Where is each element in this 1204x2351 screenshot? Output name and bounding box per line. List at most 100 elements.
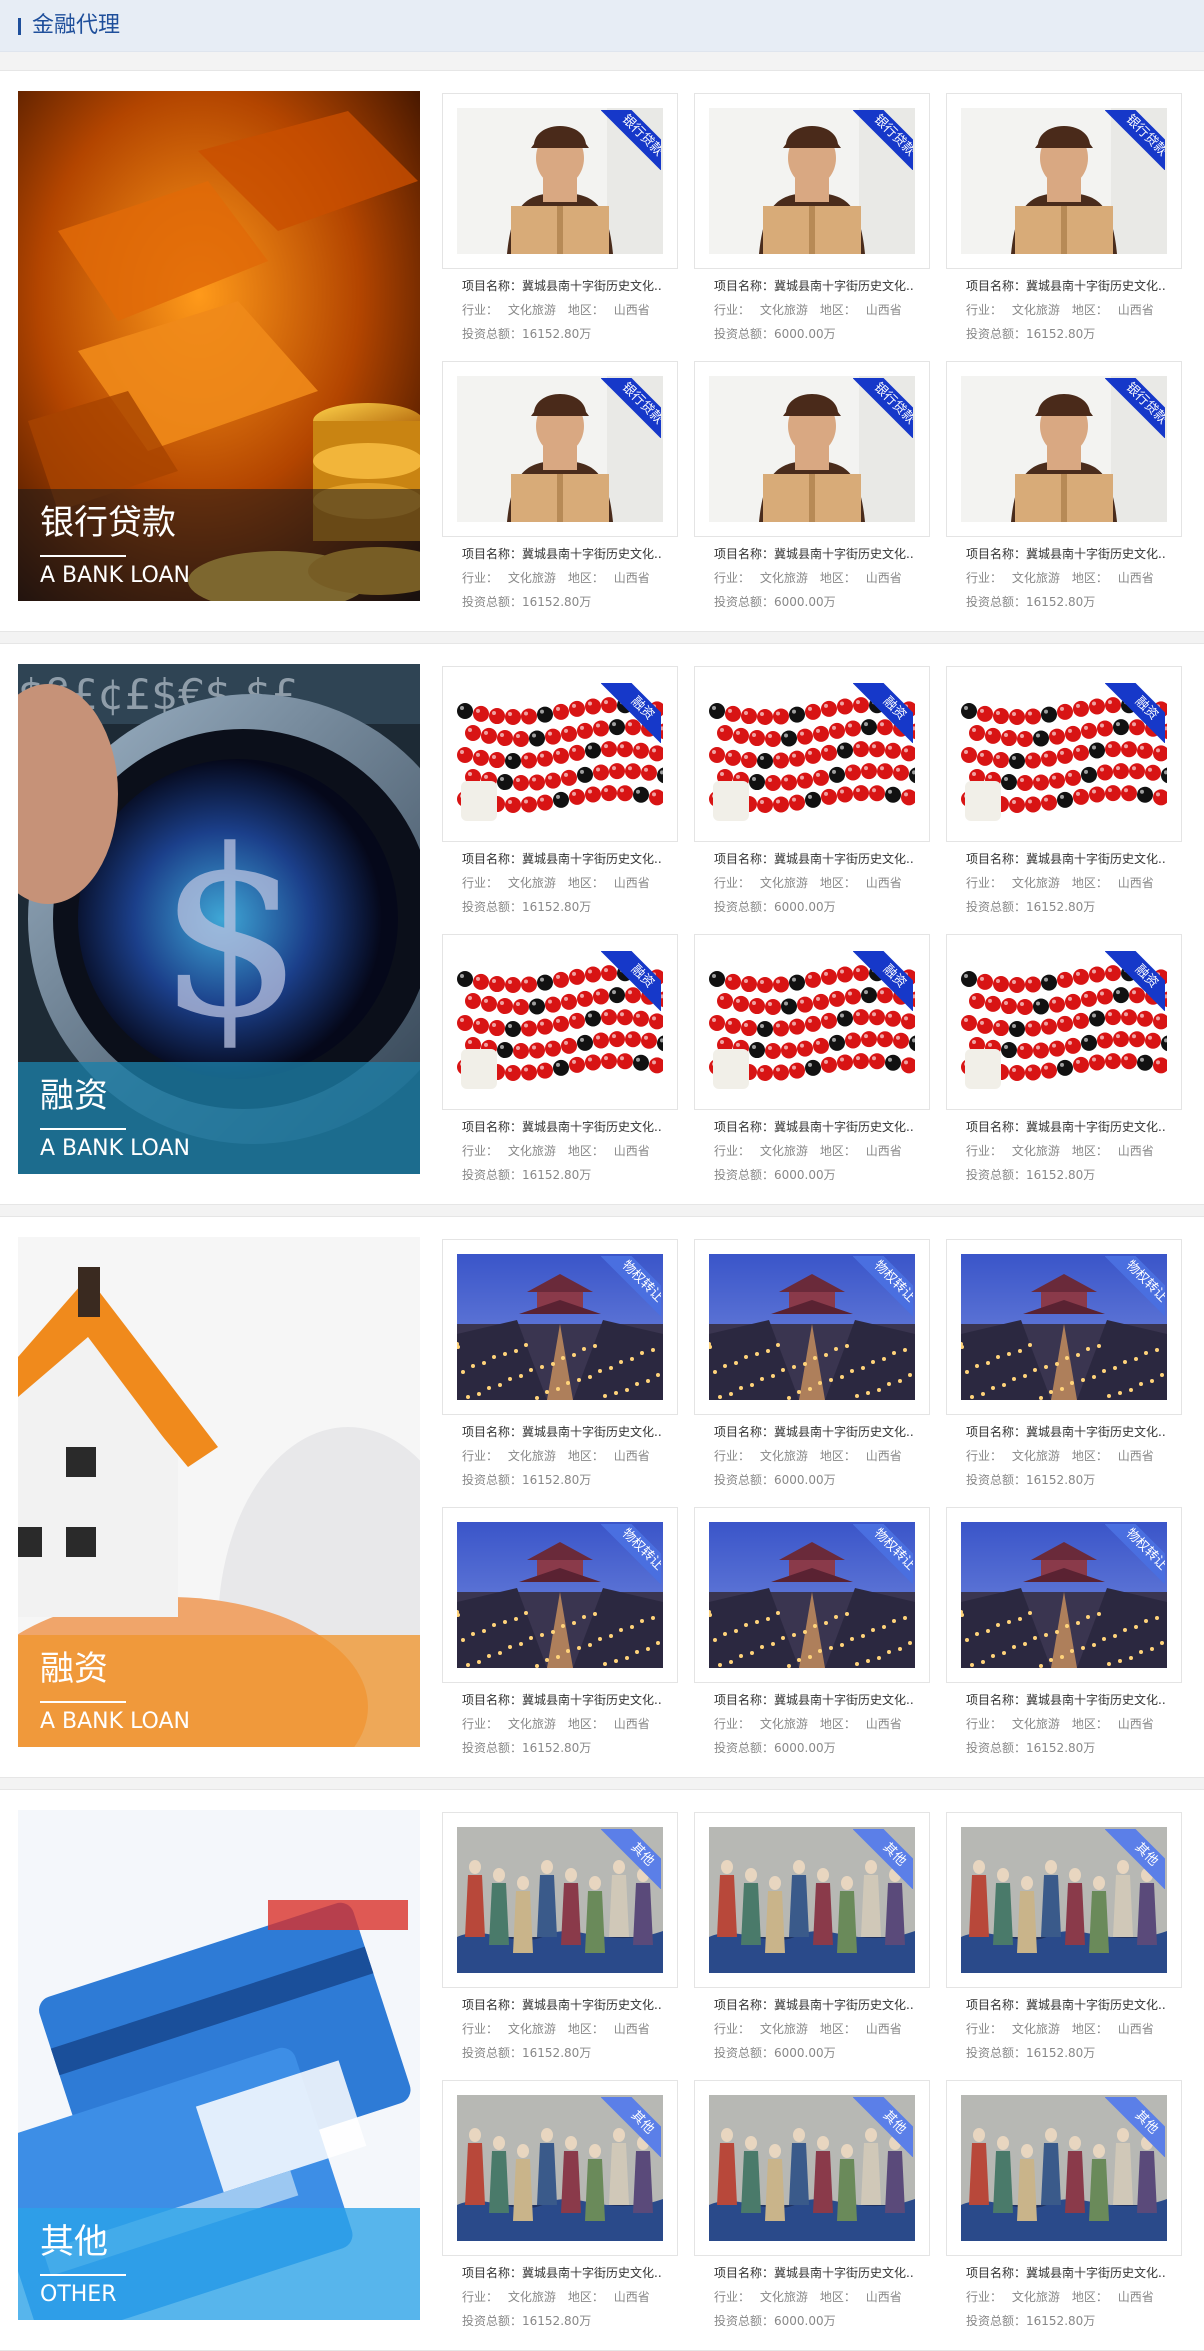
project-card[interactable]: 融资 项目名称：冀城县南十字街历史文化... 行业： 文化旅游 地区： 山西省 投… xyxy=(442,666,678,914)
project-card[interactable]: 银行贷款 项目名称：冀城县南十字街历史文化... 行业： 文化旅游 地区： 山西省… xyxy=(442,93,678,341)
project-card[interactable]: 物权转让 项目名称：冀城县南十字街历史文化... 行业： 文化旅游 地区： 山西省… xyxy=(694,1239,930,1487)
project-name[interactable]: 项目名称：冀城县南十字街历史文化... xyxy=(966,1118,1166,1135)
project-name[interactable]: 项目名称：冀城县南十字街历史文化... xyxy=(462,1691,662,1708)
project-amount: 投资总额：6000.00万 xyxy=(714,900,836,914)
project-name[interactable]: 项目名称：冀城县南十字街历史文化... xyxy=(462,850,662,867)
category-section: $ß£¢£$€$ $£ $ 融资 A BANK LOAN 融资 项目名称：冀城县… xyxy=(0,643,1204,1205)
project-meta: 行业： 文化旅游 地区： 山西省 xyxy=(966,1449,1154,1463)
project-name[interactable]: 项目名称：冀城县南十字街历史文化... xyxy=(462,277,662,294)
project-name[interactable]: 项目名称：冀城县南十字街历史文化... xyxy=(714,1691,914,1708)
project-meta: 行业： 文化旅游 地区： 山西省 xyxy=(966,2022,1154,2036)
project-thumbnail-frame[interactable]: 融资 xyxy=(946,934,1182,1110)
project-thumbnail-frame[interactable]: 物权转让 xyxy=(442,1507,678,1683)
project-thumbnail-frame[interactable]: 其他 xyxy=(946,1812,1182,1988)
project-thumbnail-frame[interactable]: 融资 xyxy=(694,934,930,1110)
project-card[interactable]: 融资 项目名称：冀城县南十字街历史文化... 行业： 文化旅游 地区： 山西省 投… xyxy=(694,934,930,1182)
project-name[interactable]: 项目名称：冀城县南十字街历史文化... xyxy=(966,545,1166,562)
project-card[interactable]: 银行贷款 项目名称：冀城县南十字街历史文化... 行业： 文化旅游 地区： 山西省… xyxy=(442,361,678,609)
category-banner[interactable]: 融资 A BANK LOAN xyxy=(18,1237,420,1747)
category-banner[interactable]: 其他 OTHER xyxy=(18,1810,420,2320)
project-name[interactable]: 项目名称：冀城县南十字街历史文化... xyxy=(966,850,1166,867)
project-thumbnail-frame[interactable]: 银行贷款 xyxy=(442,361,678,537)
project-name[interactable]: 项目名称：冀城县南十字街历史文化... xyxy=(714,545,914,562)
page-header: 金融代理 xyxy=(0,0,1204,52)
project-card[interactable]: 其他 项目名称：冀城县南十字街历史文化... 行业： 文化旅游 地区： 山西省 投… xyxy=(694,2080,930,2328)
project-card[interactable]: 银行贷款 项目名称：冀城县南十字街历史文化... 行业： 文化旅游 地区： 山西省… xyxy=(946,93,1182,341)
project-name[interactable]: 项目名称：冀城县南十字街历史文化... xyxy=(714,1423,914,1440)
project-name[interactable]: 项目名称：冀城县南十字街历史文化... xyxy=(714,277,914,294)
project-amount: 投资总额：16152.80万 xyxy=(966,1168,1096,1182)
project-card[interactable]: 物权转让 项目名称：冀城县南十字街历史文化... 行业： 文化旅游 地区： 山西省… xyxy=(694,1507,930,1755)
project-card[interactable]: 物权转让 项目名称：冀城县南十字街历史文化... 行业： 文化旅游 地区： 山西省… xyxy=(442,1239,678,1487)
project-name[interactable]: 项目名称：冀城县南十字街历史文化... xyxy=(966,1996,1166,2013)
project-thumbnail-frame[interactable]: 物权转让 xyxy=(946,1239,1182,1415)
project-card[interactable]: 物权转让 项目名称：冀城县南十字街历史文化... 行业： 文化旅游 地区： 山西省… xyxy=(946,1239,1182,1487)
project-meta: 行业： 文化旅游 地区： 山西省 xyxy=(714,1717,902,1731)
project-thumbnail-frame[interactable]: 银行贷款 xyxy=(946,93,1182,269)
project-name[interactable]: 项目名称：冀城县南十字街历史文化... xyxy=(714,2264,914,2281)
project-card[interactable]: 银行贷款 项目名称：冀城县南十字街历史文化... 行业： 文化旅游 地区： 山西省… xyxy=(694,361,930,609)
project-card[interactable]: 融资 项目名称：冀城县南十字街历史文化... 行业： 文化旅游 地区： 山西省 投… xyxy=(442,934,678,1182)
project-name[interactable]: 项目名称：冀城县南十字街历史文化... xyxy=(714,1118,914,1135)
category-banner[interactable]: $ß£¢£$€$ $£ $ 融资 A BANK LOAN xyxy=(18,664,420,1174)
project-thumbnail-frame[interactable]: 融资 xyxy=(946,666,1182,842)
project-card[interactable]: 其他 项目名称：冀城县南十字街历史文化... 行业： 文化旅游 地区： 山西省 投… xyxy=(442,1812,678,2060)
project-thumbnail-frame[interactable]: 银行贷款 xyxy=(694,361,930,537)
project-name[interactable]: 项目名称：冀城县南十字街历史文化... xyxy=(462,2264,662,2281)
banner-subtitle: A BANK LOAN xyxy=(40,1709,190,1734)
project-card[interactable]: 融资 项目名称：冀城县南十字街历史文化... 行业： 文化旅游 地区： 山西省 投… xyxy=(694,666,930,914)
project-thumbnail-frame[interactable]: 其他 xyxy=(442,2080,678,2256)
project-name[interactable]: 项目名称：冀城县南十字街历史文化... xyxy=(966,1691,1166,1708)
project-name[interactable]: 项目名称：冀城县南十字街历史文化... xyxy=(462,1996,662,2013)
project-card[interactable]: 物权转让 项目名称：冀城县南十字街历史文化... 行业： 文化旅游 地区： 山西省… xyxy=(946,1507,1182,1755)
project-thumbnail-frame[interactable]: 物权转让 xyxy=(442,1239,678,1415)
project-thumbnail-frame[interactable]: 融资 xyxy=(694,666,930,842)
project-name[interactable]: 项目名称：冀城县南十字街历史文化... xyxy=(714,1996,914,2013)
project-amount: 投资总额：6000.00万 xyxy=(714,595,836,609)
category-ribbon: 其他 xyxy=(601,1829,661,1889)
project-name[interactable]: 项目名称：冀城县南十字街历史文化... xyxy=(966,2264,1166,2281)
project-card[interactable]: 其他 项目名称：冀城县南十字街历史文化... 行业： 文化旅游 地区： 山西省 投… xyxy=(694,1812,930,2060)
project-thumbnail-frame[interactable]: 银行贷款 xyxy=(694,93,930,269)
project-card[interactable]: 物权转让 项目名称：冀城县南十字街历史文化... 行业： 文化旅游 地区： 山西省… xyxy=(442,1507,678,1755)
project-amount: 投资总额：16152.80万 xyxy=(966,595,1096,609)
project-name[interactable]: 项目名称：冀城县南十字街历史文化... xyxy=(462,545,662,562)
project-amount: 投资总额：16152.80万 xyxy=(462,1741,592,1755)
banner-underline xyxy=(40,555,126,557)
project-card[interactable]: 银行贷款 项目名称：冀城县南十字街历史文化... 行业： 文化旅游 地区： 山西省… xyxy=(946,361,1182,609)
project-card[interactable]: 融资 项目名称：冀城县南十字街历史文化... 行业： 文化旅游 地区： 山西省 投… xyxy=(946,666,1182,914)
project-meta: 行业： 文化旅游 地区： 山西省 xyxy=(462,876,650,890)
category-banner[interactable]: 银行贷款 A BANK LOAN xyxy=(18,91,420,601)
project-thumbnail-frame[interactable]: 其他 xyxy=(442,1812,678,1988)
project-card[interactable]: 其他 项目名称：冀城县南十字街历史文化... 行业： 文化旅游 地区： 山西省 投… xyxy=(946,1812,1182,2060)
banner-underline xyxy=(40,2274,126,2276)
project-card[interactable]: 其他 项目名称：冀城县南十字街历史文化... 行业： 文化旅游 地区： 山西省 投… xyxy=(946,2080,1182,2328)
project-thumbnail-frame[interactable]: 其他 xyxy=(694,2080,930,2256)
project-thumbnail-frame[interactable]: 银行贷款 xyxy=(946,361,1182,537)
project-name[interactable]: 项目名称：冀城县南十字街历史文化... xyxy=(714,850,914,867)
category-ribbon: 物权转让 xyxy=(1105,1524,1165,1584)
project-thumbnail-frame[interactable]: 融资 xyxy=(442,666,678,842)
project-card[interactable]: 其他 项目名称：冀城县南十字街历史文化... 行业： 文化旅游 地区： 山西省 投… xyxy=(442,2080,678,2328)
project-card[interactable]: 银行贷款 项目名称：冀城县南十字街历史文化... 行业： 文化旅游 地区： 山西省… xyxy=(694,93,930,341)
banner-subtitle: A BANK LOAN xyxy=(40,563,190,588)
category-ribbon: 物权转让 xyxy=(601,1524,661,1584)
project-thumbnail-frame[interactable]: 物权转让 xyxy=(946,1507,1182,1683)
category-ribbon-label: 融资 xyxy=(1105,951,1165,1011)
category-ribbon: 融资 xyxy=(853,683,913,743)
project-thumbnail-frame[interactable]: 物权转让 xyxy=(694,1239,930,1415)
project-amount: 投资总额：16152.80万 xyxy=(966,900,1096,914)
project-name[interactable]: 项目名称：冀城县南十字街历史文化... xyxy=(966,277,1166,294)
category-ribbon: 其他 xyxy=(601,2097,661,2157)
project-thumbnail-frame[interactable]: 物权转让 xyxy=(694,1507,930,1683)
project-thumbnail-frame[interactable]: 其他 xyxy=(694,1812,930,1988)
project-thumbnail-frame[interactable]: 银行贷款 xyxy=(442,93,678,269)
page-title: 金融代理 xyxy=(32,13,121,38)
project-name[interactable]: 项目名称：冀城县南十字街历史文化... xyxy=(462,1118,662,1135)
project-card[interactable]: 融资 项目名称：冀城县南十字街历史文化... 行业： 文化旅游 地区： 山西省 投… xyxy=(946,934,1182,1182)
project-name[interactable]: 项目名称：冀城县南十字街历史文化... xyxy=(966,1423,1166,1440)
project-thumbnail-frame[interactable]: 其他 xyxy=(946,2080,1182,2256)
project-name[interactable]: 项目名称：冀城县南十字街历史文化... xyxy=(462,1423,662,1440)
project-thumbnail-frame[interactable]: 融资 xyxy=(442,934,678,1110)
category-ribbon-label: 其他 xyxy=(1105,2097,1165,2157)
